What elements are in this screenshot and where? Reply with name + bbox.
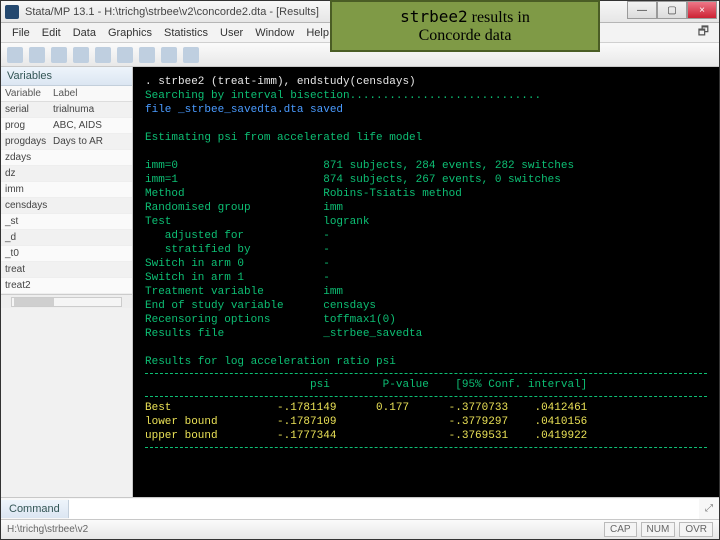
maximize-button[interactable]: ▢ [657, 1, 687, 19]
var-row[interactable]: dz [1, 166, 132, 182]
results-best: Best -.1781149 0.177 -.3770733 .0412461 [145, 401, 707, 415]
statusbar: H:\trichg\strbee\v2 CAP NUM OVR [1, 519, 719, 539]
var-row[interactable]: censdays [1, 198, 132, 214]
results-saved: file _strbee_savedta.dta saved [145, 103, 707, 117]
variables-panel: Variable Label serialtrialnuma progABC, … [1, 86, 132, 294]
results-search: Searching by interval bisection.........… [145, 89, 707, 103]
overlay-line2: Concorde data [419, 27, 512, 45]
divider [145, 373, 707, 374]
menu-file[interactable]: File [7, 25, 35, 41]
app-window: strbee2 results in Concorde data Stata/M… [0, 0, 720, 540]
results-upper: upper bound -.1777344 -.3769531 .0419922 [145, 429, 707, 443]
divider [145, 447, 707, 448]
results-tablehdr: Results for log acceleration ratio psi [145, 355, 707, 369]
var-row[interactable]: _t0 [1, 246, 132, 262]
close-button[interactable]: × [687, 1, 717, 19]
app-icon [5, 5, 19, 19]
results-test: Test logrank [145, 215, 707, 229]
results-cols: psi P-value [95% Conf. interval] [145, 378, 707, 392]
results-recensor: Recensoring options toffmax1(0) [145, 313, 707, 327]
command-area: Command ⤢ [1, 497, 719, 519]
results-adjfor: adjusted for - [145, 229, 707, 243]
indicator-ovr: OVR [679, 522, 713, 537]
menu-data[interactable]: Data [68, 25, 101, 41]
results-heading: Estimating psi from accelerated life mod… [145, 131, 707, 145]
var-row[interactable]: progdaysDays to AR [1, 134, 132, 150]
mdi-restore-icon[interactable]: 🗗 [694, 22, 713, 43]
slide-title-overlay: strbee2 results in Concorde data [330, 0, 600, 52]
overlay-rest: results in [468, 9, 530, 26]
results-lower: lower bound -.1787109 -.3779297 .0410156 [145, 415, 707, 429]
open-icon[interactable] [7, 47, 23, 63]
var-row[interactable]: treat2 [1, 278, 132, 294]
view-icon[interactable] [95, 47, 111, 63]
minimize-button[interactable]: — [627, 1, 657, 19]
results-command: . strbee2 (treat-imm), endstudy(censdays… [145, 75, 707, 89]
var-row[interactable]: progABC, AIDS [1, 118, 132, 134]
menu-window[interactable]: Window [250, 25, 299, 41]
results-stratby: stratified by - [145, 243, 707, 257]
graph-icon[interactable] [117, 47, 133, 63]
variables-header: Variable Label [1, 86, 132, 102]
sidebar-scrollbar[interactable] [1, 294, 132, 308]
do-icon[interactable] [139, 47, 155, 63]
print-icon[interactable] [51, 47, 67, 63]
overlay-code: strbee2 [400, 7, 467, 26]
col-variable: Variable [5, 88, 53, 99]
var-row[interactable]: serialtrialnuma [1, 102, 132, 118]
window-title: Stata/MP 13.1 - H:\trichg\strbee\v2\conc… [25, 6, 319, 18]
results-sw0: Switch in arm 0 - [145, 257, 707, 271]
indicator-num: NUM [641, 522, 676, 537]
menu-user[interactable]: User [215, 25, 248, 41]
window-controls: — ▢ × [627, 1, 717, 19]
sidebar: Variables Variable Label serialtrialnuma… [1, 67, 133, 497]
main-area: Variables Variable Label serialtrialnuma… [1, 67, 719, 497]
results-resfile: Results file _strbee_savedta [145, 327, 707, 341]
command-label: Command [1, 500, 69, 518]
menu-statistics[interactable]: Statistics [159, 25, 213, 41]
indicator-cap: CAP [604, 522, 637, 537]
menu-graphics[interactable]: Graphics [103, 25, 157, 41]
overlay-line1: strbee2 results in [400, 7, 530, 27]
results-treatvar: Treatment variable imm [145, 285, 707, 299]
var-row[interactable]: treat [1, 262, 132, 278]
results-imm1: imm=1 874 subjects, 267 events, 0 switch… [145, 173, 707, 187]
pin-icon[interactable]: ⤢ [699, 503, 719, 514]
menu-edit[interactable]: Edit [37, 25, 66, 41]
status-path: H:\trichg\strbee\v2 [7, 524, 604, 535]
var-row[interactable]: imm [1, 182, 132, 198]
log-icon[interactable] [73, 47, 89, 63]
variables-panel-title: Variables [1, 67, 132, 86]
command-input[interactable] [69, 499, 699, 519]
var-row[interactable]: zdays [1, 150, 132, 166]
browse-icon[interactable] [183, 47, 199, 63]
col-label: Label [53, 88, 128, 99]
editor-icon[interactable] [161, 47, 177, 63]
var-row[interactable]: _d [1, 230, 132, 246]
results-imm0: imm=0 871 subjects, 284 events, 282 swit… [145, 159, 707, 173]
divider [145, 396, 707, 397]
save-icon[interactable] [29, 47, 45, 63]
status-indicators: CAP NUM OVR [604, 522, 713, 537]
results-method: Method Robins-Tsiatis method [145, 187, 707, 201]
results-endstudy: End of study variable censdays [145, 299, 707, 313]
results-randgrp: Randomised group imm [145, 201, 707, 215]
var-row[interactable]: _st [1, 214, 132, 230]
results-sw1: Switch in arm 1 - [145, 271, 707, 285]
results-pane[interactable]: . strbee2 (treat-imm), endstudy(censdays… [133, 67, 719, 497]
